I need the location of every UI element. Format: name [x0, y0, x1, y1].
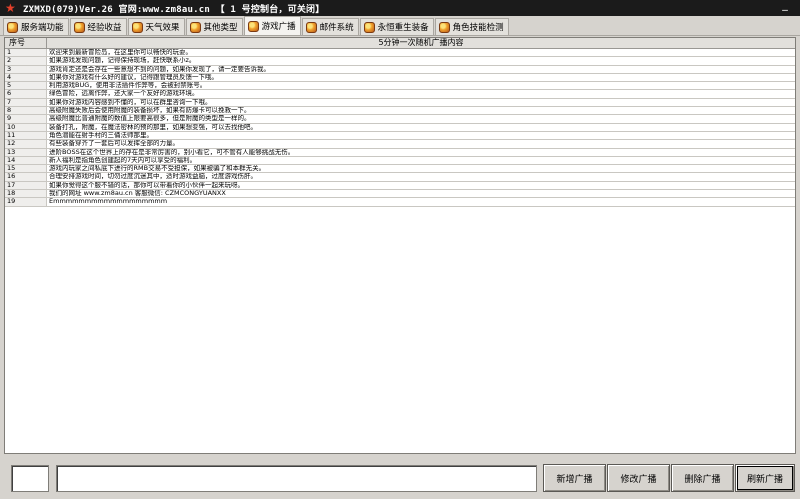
tab-skill-check[interactable]: 角色技能检测 [434, 18, 509, 35]
table-row[interactable]: 6 绿色冒险，远离作弊，还大家一个友好的游戏环境。 [5, 90, 795, 99]
table-row[interactable]: 13 进阶BOSS在这个世界上的存在是非常厉害的，别小看它，可不管有人能够挑战无伤… [5, 148, 795, 157]
row-number: 6 [5, 90, 47, 98]
tab-weather-effects[interactable]: 天气效果 [127, 18, 185, 35]
row-number: 19 [5, 198, 47, 206]
row-number: 1 [5, 49, 47, 57]
row-number: 13 [5, 148, 47, 156]
table-row[interactable]: 2 如果游戏发现问题，记得保持现场，赶快联系小z。 [5, 57, 795, 66]
gear-icon [363, 21, 375, 33]
gear-icon [305, 21, 317, 33]
refresh-broadcast-button[interactable]: 刷新广播 [735, 464, 795, 492]
row-content: 进阶BOSS在这个世界上的存在是非常厉害的，别小看它，可不管有人能够挑战无伤。 [49, 148, 295, 156]
tab-label: 服务端功能 [21, 23, 64, 33]
minimize-button[interactable]: _ [778, 0, 792, 13]
row-content: 如果游戏发现问题，记得保持现场，赶快联系小z。 [49, 57, 196, 65]
row-content: 我们的网址 www.zm8au.cn 客服微信: CZMCONGYUANXX [49, 190, 226, 198]
table-row[interactable]: 7 如果你对游戏内容感到不懂的，可以在群里咨询一下哦。 [5, 98, 795, 108]
table-row[interactable]: 16 合理安排游戏时间，切勿过度沉迷其中，适时游戏益脑，过度游戏伤肝。 [5, 173, 795, 182]
row-content: 欢迎来到最新冒险岛，在这里你可以畅快的玩耍。 [49, 49, 192, 56]
table-row[interactable]: 10 装备打孔，附魔，在魔法密林的预的那里，如果想变强，可以去找他吧。 [5, 123, 795, 132]
row-content: 新人福利是指角色创建起的7天内可以享受的福利。 [49, 156, 197, 164]
app-star-icon: ★ [5, 1, 16, 15]
row-content: 有些装备穿齐了一套后可以发挥全部的力量。 [49, 140, 179, 148]
broadcast-table[interactable]: 序号 5分钟一次随机广播内容 1 欢迎来到最新冒险岛，在这里你可以畅快的玩耍。 2… [4, 37, 796, 454]
row-content: 高级附魔失败后会使用附魔的装备损坏，如果有防爆卡可以挽救一下。 [49, 107, 251, 115]
gear-icon [189, 21, 201, 33]
row-number: 4 [5, 73, 47, 82]
table-row[interactable]: 11 角色潜能在射手村的三俑法师那里。 [5, 131, 795, 141]
row-number: 8 [5, 107, 47, 115]
table-row[interactable]: 19 Emmmmmmmmmmmmmmmmmm [5, 198, 795, 207]
row-number: 12 [5, 140, 47, 148]
table-row[interactable]: 8 高级附魔失败后会使用附魔的装备损坏，如果有防爆卡可以挽救一下。 [5, 107, 795, 116]
row-content: 如果你对游戏内容感到不懂的，可以在群里咨询一下哦。 [49, 98, 212, 106]
gear-icon [438, 21, 450, 33]
row-number: 18 [5, 190, 47, 198]
table-row[interactable]: 12 有些装备穿齐了一套后可以发挥全部的力量。 [5, 140, 795, 149]
row-content: 如果你觉得这个服不错的话，那你可以带着你的小伙伴一起来玩呀。 [49, 181, 244, 189]
row-number: 5 [5, 82, 47, 90]
delete-broadcast-button[interactable]: 删除广播 [671, 464, 734, 492]
row-content: 角色潜能在射手村的三俑法师那里。 [49, 131, 153, 139]
column-header-no[interactable]: 序号 [5, 38, 47, 48]
tab-label: 永恒重生装备 [377, 23, 429, 33]
broadcast-id-field[interactable] [11, 465, 49, 492]
tab-server-features[interactable]: 服务端功能 [3, 18, 69, 35]
row-number: 11 [5, 131, 47, 140]
table-header: 序号 5分钟一次随机广播内容 [5, 38, 795, 49]
table-row[interactable]: 15 游戏内玩家之间私底下进行的RMB交易不受担保，如果被骗了和本群无关。 [5, 165, 795, 174]
tab-label: 角色技能检测 [452, 23, 504, 33]
table-row[interactable]: 9 高级附魔比普通附魔的数值上限要高很多，但是附魔的类型是一样的。 [5, 115, 795, 124]
tab-exp-rewards[interactable]: 经验收益 [69, 18, 127, 35]
gear-icon [73, 21, 85, 33]
table-row[interactable]: 18 我们的网址 www.zm8au.cn 客服微信: CZMCONGYUANXX [5, 190, 795, 199]
gear-icon [7, 21, 18, 33]
row-number: 9 [5, 115, 47, 123]
row-content: 装备打孔，附魔，在魔法密林的预的那里，如果想变强，可以去找他吧。 [49, 123, 257, 131]
tab-label: 邮件系统 [319, 23, 354, 33]
table-row[interactable]: 17 如果你觉得这个服不错的话，那你可以带着你的小伙伴一起来玩呀。 [5, 181, 795, 191]
row-number: 14 [5, 156, 47, 165]
row-number: 17 [5, 181, 47, 190]
broadcast-content-input[interactable] [56, 465, 537, 492]
gear-icon [247, 20, 259, 32]
row-content: 利用游戏BUG，使用非法插件作弊等，会被封禁账号。 [49, 82, 207, 90]
tab-label: 游戏广播 [261, 22, 296, 32]
row-content: 如果你对游戏有什么好的建议，记得跟管理员反馈一下哦。 [49, 73, 218, 81]
tab-game-broadcast[interactable]: 游戏广播 [243, 16, 301, 35]
row-number: 3 [5, 65, 47, 73]
window-title: ZXMXD(079)Ver.26 官网:www.zm8au.cn 【 1 号控制… [23, 4, 325, 15]
table-row[interactable]: 4 如果你对游戏有什么好的建议，记得跟管理员反馈一下哦。 [5, 73, 795, 83]
tab-bar: 服务端功能 经验收益 天气效果 其他类型 游戏广播 邮件系统 永恒重生装备 角色… [0, 16, 800, 36]
table-row[interactable]: 3 游戏肯定还是会存在一些意想不到的问题，如果你发现了，请一定要告诉我。 [5, 65, 795, 74]
table-row[interactable]: 5 利用游戏BUG，使用非法插件作弊等，会被封禁账号。 [5, 82, 795, 91]
tab-eternal-rebirth-gear[interactable]: 永恒重生装备 [359, 18, 434, 35]
column-header-content[interactable]: 5分钟一次随机广播内容 [47, 38, 795, 48]
tab-other-types[interactable]: 其他类型 [185, 18, 243, 35]
tab-label: 经验收益 [87, 23, 122, 33]
gear-icon [131, 21, 143, 33]
row-content: 游戏肯定还是会存在一些意想不到的问题，如果你发现了，请一定要告诉我。 [49, 65, 270, 73]
bottom-panel: 新增广播 修改广播 删除广播 刷新广播 [0, 458, 800, 499]
table-row[interactable]: 14 新人福利是指角色创建起的7天内可以享受的福利。 [5, 156, 795, 166]
row-content: 高级附魔比普通附魔的数值上限要高很多，但是附魔的类型是一样的。 [49, 115, 251, 123]
tab-label: 天气效果 [145, 23, 180, 33]
row-content: Emmmmmmmmmmmmmmmmmm [49, 198, 168, 206]
title-bar: ★ ZXMXD(079)Ver.26 官网:www.zm8au.cn 【 1 号… [0, 0, 800, 16]
row-number: 7 [5, 98, 47, 107]
tab-label: 其他类型 [203, 23, 238, 33]
row-content: 绿色冒险，远离作弊，还大家一个友好的游戏环境。 [49, 90, 199, 98]
row-number: 15 [5, 165, 47, 173]
row-number: 16 [5, 173, 47, 181]
row-content: 合理安排游戏时间，切勿过度沉迷其中，适时游戏益脑，过度游戏伤肝。 [49, 173, 257, 181]
row-content: 游戏内玩家之间私底下进行的RMB交易不受担保，如果被骗了和本群无关。 [49, 165, 266, 173]
edit-broadcast-button[interactable]: 修改广播 [607, 464, 670, 492]
table-row[interactable]: 1 欢迎来到最新冒险岛，在这里你可以畅快的玩耍。 [5, 49, 795, 58]
tab-mail-system[interactable]: 邮件系统 [301, 18, 359, 35]
row-number: 2 [5, 57, 47, 65]
row-number: 10 [5, 123, 47, 131]
add-broadcast-button[interactable]: 新增广播 [543, 464, 606, 492]
